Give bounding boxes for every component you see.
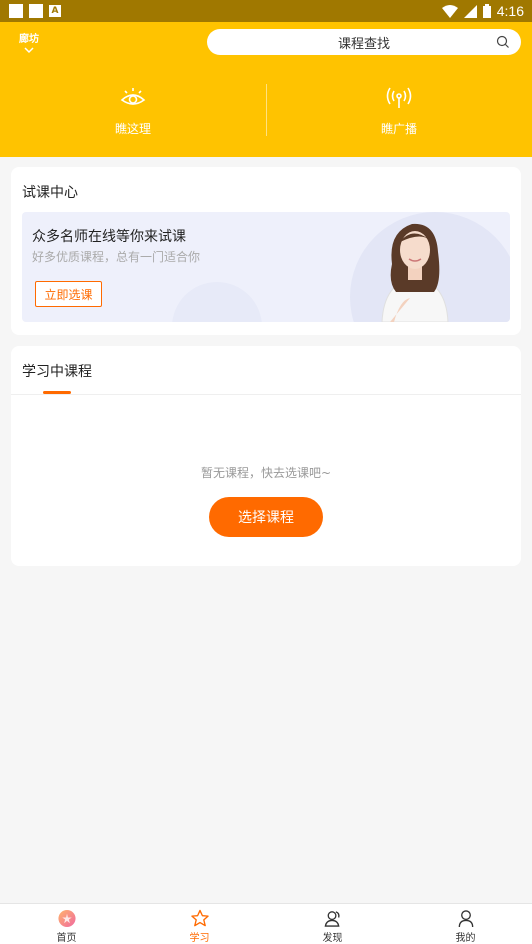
bottom-nav-home[interactable]: 首页	[0, 904, 133, 944]
city-selector[interactable]: 廊坊	[16, 30, 42, 55]
trial-center-title: 试课中心	[22, 185, 78, 201]
status-bar-notifications: A	[9, 4, 61, 18]
city-label: 廊坊	[19, 34, 39, 45]
bottom-nav: 首页 学习 发现 我的	[0, 903, 532, 944]
header-nav: 瞧这理 瞧广播	[0, 84, 532, 140]
bottom-nav-label: 学习	[189, 933, 210, 944]
choose-course-button[interactable]: 选择课程	[209, 497, 323, 537]
tab-learning-courses[interactable]: 学习中课程	[22, 361, 92, 381]
app-notification-icon: A	[49, 5, 61, 17]
wifi-icon	[441, 4, 458, 18]
status-time: 4:16	[496, 3, 524, 19]
nav-item-broadcast[interactable]: 瞧广播	[266, 84, 532, 140]
bottom-nav-label: 我的	[455, 933, 476, 944]
broadcast-icon	[386, 87, 412, 108]
banner-subtitle: 好多优质课程，总有一门适合你	[32, 250, 201, 264]
bottom-nav-label: 发现	[322, 933, 343, 944]
star-icon	[190, 909, 209, 927]
battery-icon	[482, 4, 491, 18]
divider	[11, 394, 521, 395]
trial-banner[interactable]: 众多名师在线等你来试课 好多优质课程，总有一门适合你 立即选课	[22, 212, 510, 322]
status-bar: A 4:16	[0, 0, 532, 22]
search-icon	[496, 35, 509, 48]
bottom-nav-label: 首页	[56, 933, 77, 944]
teacher-photo	[381, 223, 449, 322]
notification-icon	[9, 4, 23, 18]
choose-now-button[interactable]: 立即选课	[35, 281, 102, 307]
learning-courses-card: 学习中课程 暂无课程，快去选课吧~ 选择课程	[11, 346, 521, 566]
notification-icon	[29, 4, 43, 18]
home-icon	[57, 909, 76, 928]
empty-state-message: 暂无课程，快去选课吧~	[200, 466, 332, 480]
eye-icon	[120, 88, 146, 105]
banner-decoration	[172, 282, 262, 322]
status-bar-system: 4:16	[441, 3, 524, 19]
nav-item-label: 瞧广播	[380, 122, 417, 136]
discover-icon	[324, 911, 340, 927]
trial-center-card: 试课中心 众多名师在线等你来试课 好多优质课程，总有一门适合你 立即选课	[11, 167, 521, 335]
nav-item-label: 瞧这理	[114, 122, 151, 136]
chevron-down-icon	[24, 47, 34, 54]
nav-item-watch[interactable]: 瞧这理	[0, 84, 266, 140]
search-input[interactable]: 课程查找	[207, 29, 521, 55]
header: 廊坊 课程查找 瞧这理 瞧广播	[0, 22, 532, 157]
user-icon	[458, 910, 473, 928]
search-placeholder: 课程查找	[337, 36, 390, 52]
signal-icon	[463, 4, 477, 18]
banner-heading: 众多名师在线等你来试课	[32, 229, 186, 245]
bottom-nav-study[interactable]: 学习	[133, 904, 266, 944]
bottom-nav-discover[interactable]: 发现	[266, 904, 399, 944]
bottom-nav-mine[interactable]: 我的	[399, 904, 532, 944]
header-divider	[266, 84, 267, 136]
